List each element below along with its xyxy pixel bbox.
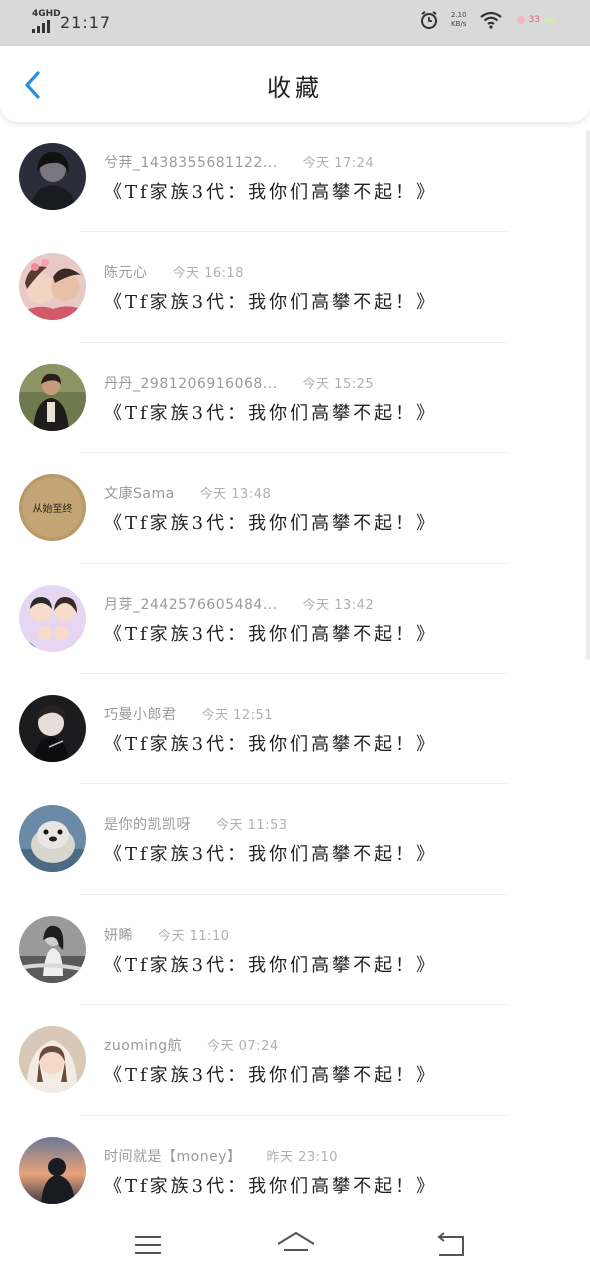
item-message: 《Tf家族3代：我你们高攀不起！》 — [104, 402, 438, 424]
home-icon[interactable] — [275, 1228, 317, 1262]
item-message: 《Tf家族3代：我你们高攀不起！》 — [104, 844, 438, 866]
page-header: 收藏 — [0, 46, 590, 122]
item-meta: 兮荓_1438355681122... 今天 17:24 — [104, 152, 374, 172]
item-message: 《Tf家族3代：我你们高攀不起！》 — [104, 623, 438, 645]
item-message: 《Tf家族3代：我你们高攀不起！》 — [104, 182, 438, 203]
item-meta: 时间就是【money】 昨天 23:10 — [104, 1146, 338, 1166]
user-name: 丹丹_2981206916068... — [104, 375, 278, 392]
item-meta: 陈元心 今天 16:18 — [104, 262, 244, 282]
item-message: 《Tf家族3代：我你们高攀不起！》 — [104, 1065, 438, 1087]
list-item[interactable]: 从始至终 文康Sama 今天 13:48 《Tf家族3代：我你们高攀不起！》 — [0, 453, 590, 564]
speed-unit: KB/s — [451, 20, 467, 28]
list-item[interactable]: 巧曼小郎君 今天 12:51 《Tf家族3代：我你们高攀不起！》 — [0, 674, 590, 785]
user-name: 文康Sama — [104, 486, 175, 503]
avatar — [19, 143, 86, 210]
page-title: 收藏 — [267, 74, 323, 102]
item-meta: 是你的凯凯呀 今天 11:53 — [104, 814, 288, 834]
item-meta: zuoming航 今天 07:24 — [104, 1035, 279, 1055]
text-badge-avatar: 从始至终 — [19, 474, 86, 542]
item-message: 《Tf家族3代：我你们高攀不起！》 — [104, 513, 438, 535]
avatar — [19, 1026, 86, 1094]
list-item[interactable]: 妍睎 今天 11:10 《Tf家族3代：我你们高攀不起！》 — [0, 895, 590, 1006]
back-arrow-icon[interactable] — [430, 1228, 470, 1262]
user-name: 时间就是【money】 — [104, 1148, 242, 1165]
item-message: 《Tf家族3代：我你们高攀不起！》 — [104, 954, 438, 976]
item-time: 今天 11:53 — [215, 818, 288, 834]
item-message: 《Tf家族3代：我你们高攀不起！》 — [104, 1175, 438, 1197]
item-time: 今天 12:51 — [201, 707, 274, 723]
item-message: 《Tf家族3代：我你们高攀不起！》 — [104, 733, 438, 755]
wifi-icon — [479, 11, 502, 29]
item-meta: 月芽_2442576605484... 今天 13:42 — [104, 594, 374, 614]
item-time: 今天 07:24 — [207, 1039, 279, 1055]
list-item[interactable]: 是你的凯凯呀 今天 11:53 《Tf家族3代：我你们高攀不起！》 — [0, 784, 590, 896]
user-name: 是你的凯凯呀 — [104, 817, 191, 834]
avatar: 从始至终 — [19, 474, 86, 542]
system-nav-bar — [0, 1212, 590, 1280]
list-item[interactable]: 陈元心 今天 16:18 《Tf家族3代：我你们高攀不起！》 — [0, 232, 590, 344]
battery-leaf-icon — [543, 17, 555, 23]
user-name: 妍睎 — [104, 927, 133, 944]
network-type: 4GHD — [32, 9, 61, 19]
list-item[interactable]: 丹丹_2981206916068... 今天 15:25 《Tf家族3代：我你们… — [0, 343, 590, 454]
avatar — [19, 915, 86, 983]
item-meta: 丹丹_2981206916068... 今天 15:25 — [104, 373, 374, 393]
avatar-text: 从始至终 — [33, 502, 73, 515]
user-name: 巧曼小郎君 — [104, 706, 177, 723]
status-left: 4GHD 21:17 — [32, 10, 111, 33]
battery-level: 33 — [528, 15, 540, 25]
list-item[interactable]: zuoming航 今天 07:24 《Tf家族3代：我你们高攀不起！》 — [0, 1005, 590, 1116]
item-time: 今天 17:24 — [302, 156, 375, 171]
scrollbar[interactable] — [586, 130, 590, 660]
speed-value: 2.10 — [450, 11, 467, 19]
avatar — [19, 363, 86, 431]
item-meta: 文康Sama 今天 13:48 — [104, 483, 271, 503]
battery-icon: 33 — [515, 15, 556, 25]
user-name: 兮荓_1438355681122... — [104, 155, 278, 171]
item-time: 今天 13:48 — [199, 487, 272, 503]
list-item[interactable]: 兮荓_1438355681122... 今天 17:24 《Tf家族3代：我你们… — [0, 122, 590, 233]
list-item[interactable]: 月芽_2442576605484... 今天 13:42 《Tf家族3代：我你们… — [0, 564, 590, 675]
user-name: zuoming航 — [104, 1038, 183, 1055]
item-message: 《Tf家族3代：我你们高攀不起！》 — [104, 292, 438, 314]
item-time: 今天 11:10 — [157, 928, 230, 944]
avatar — [19, 584, 86, 652]
favorites-list: 兮荓_1438355681122... 今天 17:24 《Tf家族3代：我你们… — [0, 122, 590, 1227]
user-name: 陈元心 — [104, 265, 148, 282]
avatar — [19, 1136, 86, 1204]
avatar — [19, 253, 86, 321]
menu-icon[interactable] — [128, 1228, 168, 1262]
item-meta: 巧曼小郎君 今天 12:51 — [104, 704, 273, 724]
battery-flower-icon — [516, 16, 525, 24]
status-time: 21:17 — [60, 13, 112, 32]
signal-icon — [32, 20, 50, 33]
user-name: 月芽_2442576605484... — [104, 596, 278, 613]
avatar — [19, 805, 86, 873]
status-right: 2.10 KB/s 33 — [419, 10, 556, 30]
network-speed: 2.10 KB/s — [451, 11, 467, 29]
avatar — [19, 694, 86, 762]
item-time: 今天 15:25 — [302, 376, 375, 392]
item-meta: 妍睎 今天 11:10 — [104, 925, 230, 945]
item-time: 今天 16:18 — [172, 266, 245, 282]
alarm-icon — [420, 11, 437, 29]
item-time: 昨天 23:10 — [266, 1149, 339, 1165]
list-item[interactable]: 时间就是【money】 昨天 23:10 《Tf家族3代：我你们高攀不起！》 — [0, 1116, 590, 1227]
status-bar: 4GHD 21:17 2.10 KB/s 33 — [0, 0, 590, 46]
item-time: 今天 13:42 — [302, 597, 375, 613]
